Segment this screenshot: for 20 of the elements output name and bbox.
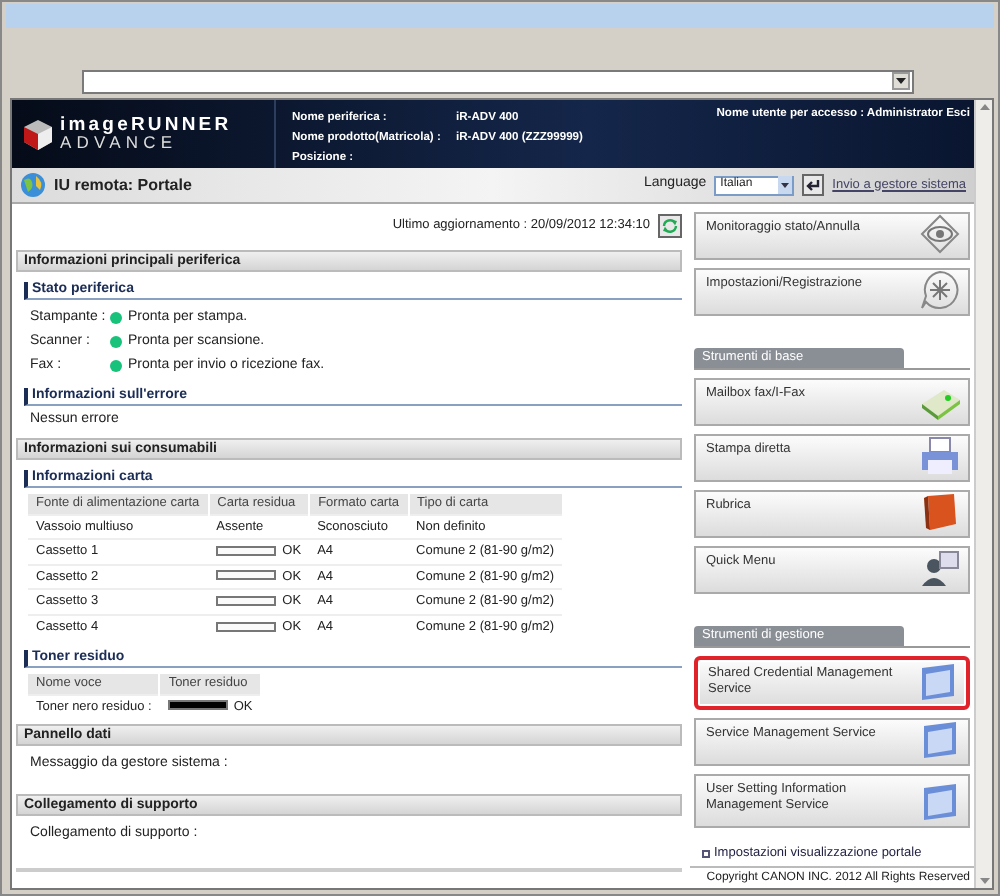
bullet-icon — [702, 850, 710, 859]
dropdown-icon[interactable] — [892, 72, 910, 90]
person-icon — [920, 547, 960, 588]
dropdown-icon[interactable] — [778, 176, 793, 194]
globe-icon — [20, 172, 46, 198]
window-icon — [920, 781, 960, 822]
address-field[interactable] — [82, 69, 914, 93]
apply-button[interactable] — [802, 174, 825, 196]
refresh-button[interactable] — [658, 214, 682, 238]
scroll-up-icon[interactable] — [976, 100, 994, 114]
window-icon — [918, 661, 958, 702]
book-icon — [920, 491, 960, 532]
scroll-down-icon[interactable] — [976, 874, 994, 888]
eye-icon — [920, 214, 960, 254]
printer-icon — [920, 435, 960, 476]
window-icon — [920, 719, 960, 760]
cube-logo-icon — [24, 119, 52, 149]
page-title: IU remota: Portale — [54, 175, 192, 195]
logo-text: imageRUNNER — [60, 115, 232, 135]
logo-subtext: ADVANCE — [60, 134, 178, 153]
